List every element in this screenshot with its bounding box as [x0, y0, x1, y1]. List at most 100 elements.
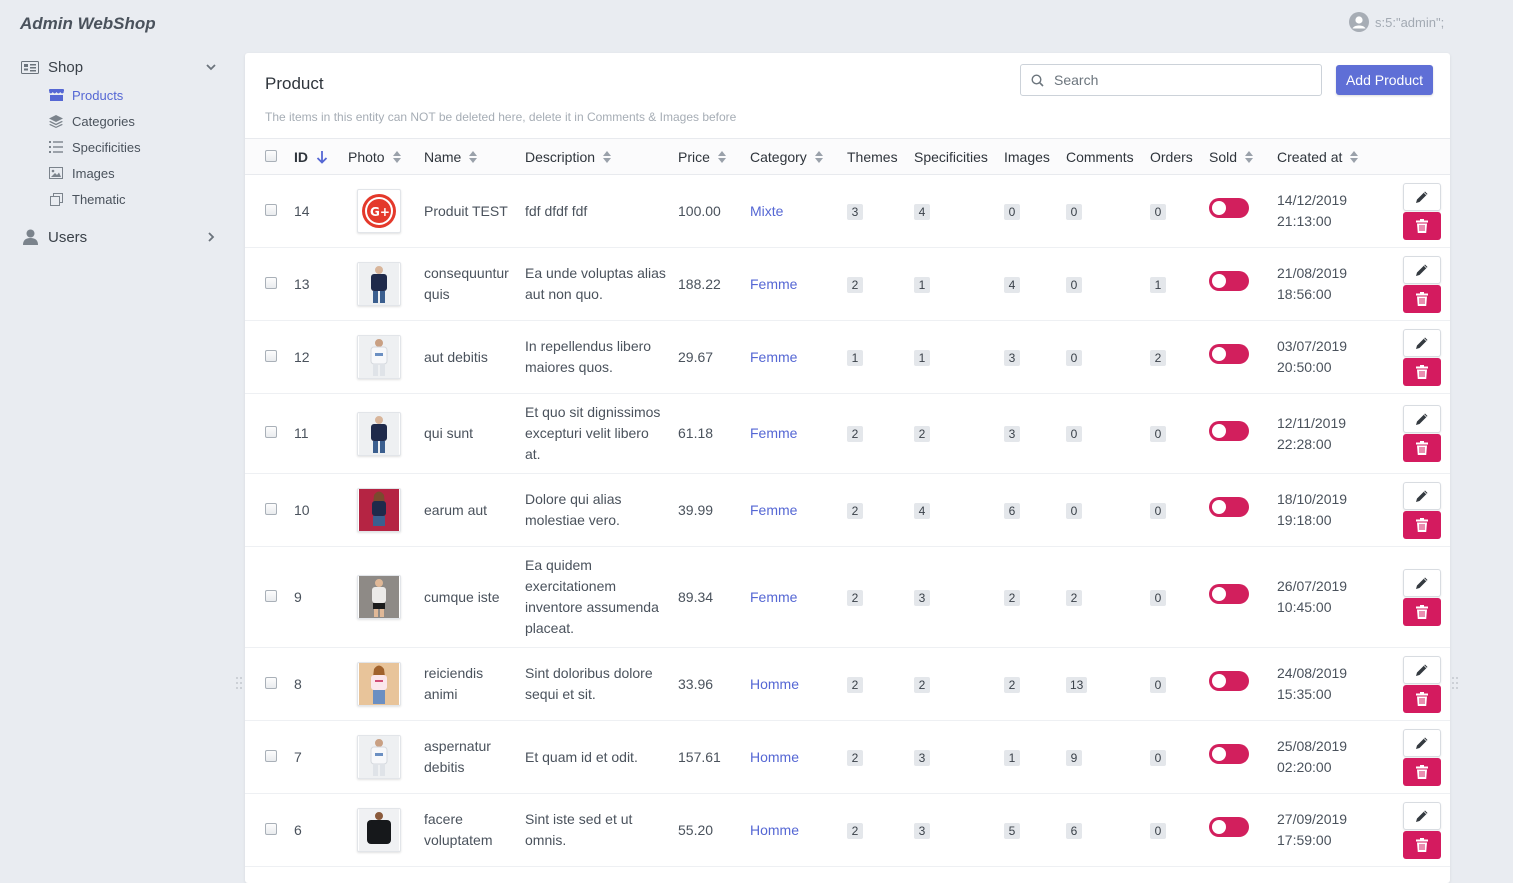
col-description[interactable]: Description	[525, 138, 678, 175]
category-link[interactable]: Homme	[750, 676, 799, 692]
name-cell: facere voluptatem	[424, 793, 525, 867]
specificities-badge: 2	[914, 426, 930, 442]
resize-handle-left[interactable]	[235, 676, 243, 690]
row-checkbox[interactable]	[265, 502, 277, 515]
category-link[interactable]: Femme	[750, 425, 797, 441]
category-link[interactable]: Homme	[750, 749, 799, 765]
col-sold[interactable]: Sold	[1209, 138, 1277, 175]
row-checkbox[interactable]	[265, 203, 277, 216]
edit-button[interactable]	[1402, 405, 1441, 433]
images-badge: 1	[1004, 749, 1020, 766]
sidebar-item-specificities[interactable]: Specificities	[0, 134, 240, 160]
product-thumbnail[interactable]	[357, 488, 401, 532]
sold-toggle[interactable]	[1209, 584, 1249, 604]
row-checkbox[interactable]	[265, 349, 277, 362]
delete-button[interactable]	[1402, 684, 1441, 713]
search-input[interactable]	[1052, 71, 1302, 89]
product-thumbnail[interactable]	[357, 735, 401, 779]
created-date: 26/07/2019	[1277, 578, 1348, 594]
delete-button[interactable]	[1402, 211, 1441, 240]
edit-button[interactable]	[1402, 655, 1441, 684]
help-text: The items in this entity can NOT be dele…	[265, 110, 737, 124]
sold-toggle[interactable]	[1209, 817, 1249, 837]
row-checkbox[interactable]	[265, 749, 277, 762]
comments-cell: 0	[1066, 473, 1150, 547]
col-category-label: Category	[750, 148, 807, 165]
delete-button[interactable]	[1402, 284, 1441, 313]
sold-toggle[interactable]	[1209, 198, 1249, 218]
delete-button[interactable]	[1402, 757, 1441, 786]
edit-button[interactable]	[1402, 568, 1441, 597]
product-thumbnail[interactable]	[357, 262, 401, 306]
sidebar-group-shop[interactable]: Shop	[0, 52, 240, 82]
sold-toggle[interactable]	[1209, 744, 1249, 764]
sold-toggle[interactable]	[1209, 271, 1249, 291]
sold-cell	[1209, 320, 1277, 394]
photo-cell	[348, 546, 424, 648]
col-created[interactable]: Created at	[1277, 138, 1393, 175]
category-link[interactable]: Mixte	[750, 203, 783, 219]
trash-icon	[1415, 218, 1428, 233]
price-cell: 157.61	[678, 720, 750, 794]
delete-button[interactable]	[1402, 434, 1441, 462]
category-link[interactable]: Femme	[750, 276, 797, 292]
category-link[interactable]: Femme	[750, 502, 797, 518]
sidebar-group-users[interactable]: Users	[0, 222, 240, 252]
row-checkbox[interactable]	[265, 676, 277, 689]
images-badge: 2	[1004, 676, 1020, 693]
col-id[interactable]: ID	[282, 138, 348, 175]
delete-button[interactable]	[1402, 510, 1441, 539]
category-link[interactable]: Femme	[750, 589, 797, 605]
category-link[interactable]: Homme	[750, 822, 799, 838]
col-category[interactable]: Category	[750, 138, 847, 175]
edit-button[interactable]	[1402, 255, 1441, 284]
add-product-button[interactable]: Add Product	[1336, 65, 1433, 95]
resize-handle-right[interactable]	[1451, 676, 1459, 690]
sidebar-item-products[interactable]: Products	[0, 82, 240, 108]
category-link[interactable]: Femme	[750, 349, 797, 365]
row-checkbox[interactable]	[265, 276, 277, 289]
product-thumbnail[interactable]	[357, 335, 401, 379]
trash-icon	[1415, 604, 1428, 619]
product-thumbnail[interactable]: G+	[357, 189, 401, 233]
row-checkbox[interactable]	[265, 426, 277, 438]
delete-button[interactable]	[1402, 830, 1441, 859]
product-thumbnail[interactable]	[357, 575, 401, 619]
row-checkbox[interactable]	[265, 589, 277, 602]
created-cell: 03/07/2019 20:50:00	[1277, 320, 1393, 394]
edit-button[interactable]	[1402, 801, 1441, 830]
row-checkbox[interactable]	[265, 822, 277, 835]
sold-toggle[interactable]	[1209, 344, 1249, 364]
sold-toggle[interactable]	[1209, 671, 1249, 691]
trash-icon	[1415, 764, 1428, 779]
edit-button[interactable]	[1402, 328, 1441, 357]
product-thumbnail[interactable]	[357, 662, 401, 706]
sidebar-item-images[interactable]: Images	[0, 160, 240, 186]
col-name[interactable]: Name	[424, 138, 525, 175]
sidebar-item-thematic[interactable]: Thematic	[0, 186, 240, 212]
user-menu[interactable]: s:5:"admin";	[1349, 12, 1444, 32]
delete-button[interactable]	[1402, 357, 1441, 386]
comments-cell: 0	[1066, 247, 1150, 321]
created-date: 25/08/2019	[1277, 738, 1348, 754]
search-box[interactable]	[1020, 64, 1322, 96]
edit-button[interactable]	[1402, 481, 1441, 510]
select-all-checkbox[interactable]	[265, 150, 277, 162]
id-cell: 14	[282, 174, 348, 248]
col-photo[interactable]: Photo	[348, 138, 424, 175]
product-thumbnail[interactable]	[357, 411, 401, 456]
edit-button[interactable]	[1402, 728, 1441, 757]
delete-button[interactable]	[1402, 597, 1441, 626]
comments-badge: 0	[1066, 502, 1082, 519]
orders-badge: 0	[1150, 822, 1166, 839]
sidebar-item-categories[interactable]: Categories	[0, 108, 240, 134]
category-cell: Femme	[750, 546, 847, 648]
edit-button[interactable]	[1402, 182, 1441, 211]
created-cell: 14/12/2019 21:13:00	[1277, 174, 1393, 248]
created-date: 03/07/2019	[1277, 338, 1348, 354]
sold-toggle[interactable]	[1209, 497, 1249, 517]
product-thumbnail[interactable]	[357, 808, 401, 852]
sold-toggle[interactable]	[1209, 420, 1249, 441]
col-price[interactable]: Price	[678, 138, 750, 175]
id-cell: 6	[282, 793, 348, 867]
